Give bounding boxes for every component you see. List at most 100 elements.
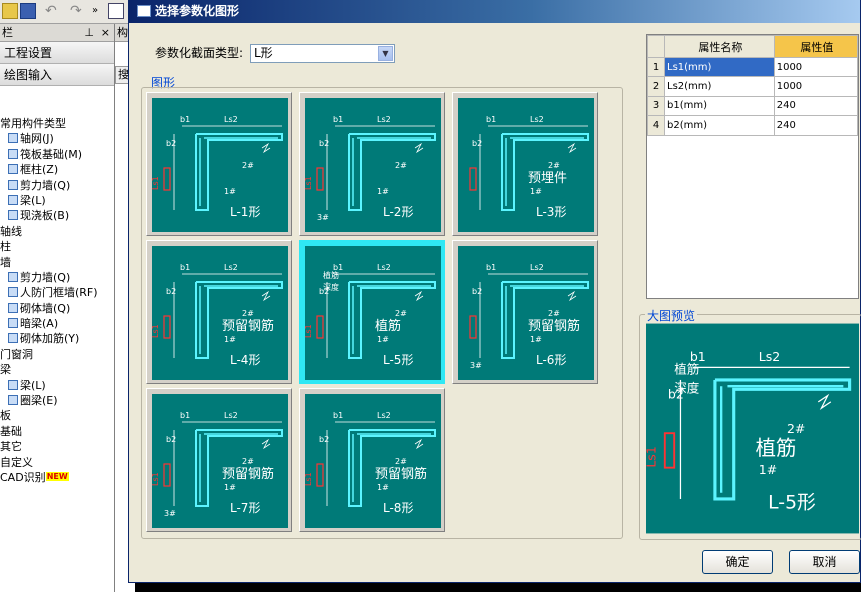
tree-item-label: 门窗洞 bbox=[0, 347, 33, 361]
shape-tile-l-7[interactable]: Ls2 b2 3# b1 2# 1# Ls1 预留钢筋 L-7形 bbox=[146, 388, 292, 532]
property-value[interactable]: 240 bbox=[773, 95, 859, 117]
shape-caption-line2: L-8形 bbox=[383, 501, 413, 515]
overflow-chevron-icon[interactable]: » bbox=[92, 3, 108, 19]
close-icon[interactable]: × bbox=[101, 24, 110, 42]
chevron-down-icon[interactable]: ▼ bbox=[378, 46, 393, 61]
shape-tile-l-8[interactable]: Ls2 b2 2# b1 1# Ls1 预留钢筋 L-8形 bbox=[299, 388, 445, 532]
shape-caption-line2: L-2形 bbox=[383, 205, 413, 219]
shape-thumbnail: 植筋深度2#Ls2b2b11#Ls1 植筋L-5形 bbox=[305, 246, 441, 380]
project-settings-button[interactable]: 工程设置 bbox=[0, 42, 114, 64]
tree-item-label: 轴网(J) bbox=[20, 132, 54, 146]
row-number-header bbox=[647, 35, 665, 58]
tree-item[interactable]: 梁(L) bbox=[0, 378, 114, 393]
table-row[interactable]: 4 b2(mm) 240 bbox=[647, 115, 859, 136]
dimension-label-Ls2: Ls2 bbox=[224, 263, 238, 272]
cancel-button[interactable]: 取消 bbox=[789, 550, 860, 574]
pin-icon[interactable]: ⊥ bbox=[84, 24, 94, 42]
tree-item[interactable]: 基础 bbox=[0, 424, 114, 439]
dimension-label-2-num: 2# bbox=[395, 309, 407, 318]
tree-item[interactable]: 剪力墙(Q) bbox=[0, 270, 114, 285]
shape-background bbox=[458, 98, 594, 232]
tree-item[interactable]: 梁(L) bbox=[0, 193, 114, 208]
tree-item[interactable]: 板 bbox=[0, 408, 114, 423]
shape-tile-l-3[interactable]: Ls2 b2 b1 2# 1# 预埋件 L-3形 bbox=[452, 92, 598, 236]
tree-item[interactable]: 砌体墙(Q) bbox=[0, 301, 114, 316]
tree-item[interactable]: 轴网(J) bbox=[0, 131, 114, 146]
grid-icon[interactable] bbox=[108, 3, 124, 19]
ok-button[interactable]: 确定 bbox=[702, 550, 773, 574]
section-type-select[interactable]: L形 ▼ bbox=[250, 44, 395, 63]
tree-item-label: 剪力墙(Q) bbox=[20, 270, 71, 284]
tree-item[interactable]: 框柱(Z) bbox=[0, 162, 114, 177]
shape-thumbnail: b1 Ls2 b2 2# 1# Ls1 L-1形 bbox=[152, 98, 288, 232]
draw-input-button[interactable]: 绘图输入 bbox=[0, 64, 114, 86]
table-row[interactable]: 1 Ls1(mm) 1000 bbox=[647, 56, 859, 78]
save-icon[interactable] bbox=[20, 3, 36, 19]
tree-item[interactable]: 墙 bbox=[0, 255, 114, 270]
tree-item-label: 框柱(Z) bbox=[20, 163, 59, 177]
shape-caption-line1: 植筋 bbox=[756, 436, 797, 460]
property-value[interactable]: 240 bbox=[773, 115, 859, 136]
shape-caption-line1: 预留钢筋 bbox=[528, 318, 580, 334]
table-header-row: 属性名称 属性值 bbox=[647, 35, 859, 58]
shape-tile-l-2[interactable]: b1 Ls2 b2 2# 1# 3# Ls1 L-2形 bbox=[299, 92, 445, 236]
tree-item[interactable]: 剪力墙(Q) bbox=[0, 178, 114, 193]
tree-item[interactable]: 常用构件类型 bbox=[0, 116, 114, 131]
folder-icon[interactable] bbox=[2, 3, 18, 19]
tree-item[interactable]: 自定义 bbox=[0, 455, 114, 470]
property-table: 属性名称 属性值 1 Ls1(mm) 1000 2 Ls2(mm) 1000 3 b1(mm)… bbox=[646, 34, 859, 136]
dimension-label-1-num: 1# bbox=[377, 483, 389, 492]
tree-item[interactable]: 筏板基础(M) bbox=[0, 147, 114, 162]
shape-tile-l-1[interactable]: b1 Ls2 b2 2# 1# Ls1 L-1形 bbox=[146, 92, 292, 236]
tree-item[interactable]: 圈梁(E) bbox=[0, 393, 114, 408]
shape-tile-l-6[interactable]: Ls2 b2 3# b1 2# 1# 预留钢筋 L-6形 bbox=[452, 240, 598, 384]
tree-item[interactable]: 柱 bbox=[0, 239, 114, 254]
tree-item[interactable]: 现浇板(B) bbox=[0, 208, 114, 223]
shape-caption-line2: L-5形 bbox=[768, 491, 816, 513]
tree-item[interactable]: 砌体加筋(Y) bbox=[0, 331, 114, 346]
shape-background bbox=[152, 246, 288, 380]
app-window: ↶ ↷ » 栏 ⊥ × 工程设置 绘图输入 常用构件类型 轴网(J) 筏板基础(M) 框柱… bbox=[0, 0, 861, 592]
select-parametric-shape-dialog: 选择参数化图形 参数化截面类型: L形 ▼ 图形 b1 Ls2 b2 2# 1# Ls1 L-… bbox=[128, 0, 861, 583]
dimension-label-b1: b1 bbox=[180, 115, 190, 124]
dimension-label-3-num: 3# bbox=[470, 361, 482, 370]
redo-icon[interactable]: ↷ bbox=[70, 3, 86, 19]
property-value[interactable]: 1000 bbox=[773, 76, 859, 97]
tree-item[interactable]: 其它 bbox=[0, 439, 114, 454]
tree-item-label: 现浇板(B) bbox=[20, 209, 70, 223]
dimension-label-Ls1: Ls1 bbox=[152, 176, 160, 190]
new-badge: NEW bbox=[45, 471, 69, 481]
dimension-label-2-num: 2# bbox=[242, 309, 254, 318]
dimension-label-1-num: 1# bbox=[530, 335, 542, 344]
tree-item[interactable]: 轴线 bbox=[0, 224, 114, 239]
undo-icon[interactable]: ↶ bbox=[45, 3, 61, 19]
shape-tile-l-5[interactable]: 植筋 深度 2# Ls2 b2 b1 1# Ls1 植筋 L-5形 bbox=[299, 240, 445, 384]
table-row[interactable]: 2 Ls2(mm) 1000 bbox=[647, 76, 859, 97]
tree-item[interactable]: CAD识别NEW bbox=[0, 470, 114, 485]
tree-item[interactable]: 暗梁(A) bbox=[0, 316, 114, 331]
component-icon bbox=[8, 164, 18, 175]
tree-item[interactable]: 人防门框墙(RF) bbox=[0, 285, 114, 300]
dimension-label-Ls1: Ls1 bbox=[305, 324, 313, 338]
tree-item-label: 轴线 bbox=[0, 224, 22, 238]
dimension-label-2-num: 2# bbox=[548, 309, 560, 318]
shape-background bbox=[305, 246, 441, 380]
tree-item[interactable]: 门窗洞 bbox=[0, 347, 114, 362]
tree-item-label: CAD识别 bbox=[0, 470, 46, 484]
panel-head-label: 栏 bbox=[2, 26, 13, 39]
tree-item-label: 人防门框墙(RF) bbox=[20, 286, 98, 300]
tree-item-label: 梁(L) bbox=[20, 193, 46, 207]
tree-item-label: 柱 bbox=[0, 240, 11, 254]
tree-item-label: 筏板基础(M) bbox=[20, 147, 83, 161]
dimension-label-Ls2: Ls2 bbox=[224, 411, 238, 420]
component-icon bbox=[8, 179, 18, 190]
row-number: 4 bbox=[647, 115, 665, 136]
shape-tile-l-4[interactable]: 2# Ls2 b2 b1 1# Ls1 预留钢筋 L-4形 bbox=[146, 240, 292, 384]
dimension-label-b2: b2 bbox=[668, 387, 684, 402]
table-row[interactable]: 3 b1(mm) 240 bbox=[647, 95, 859, 117]
component-icon bbox=[8, 333, 18, 344]
tree-item[interactable]: 梁 bbox=[0, 362, 114, 377]
dimension-label-b2: b2 bbox=[166, 287, 176, 296]
property-value[interactable]: 1000 bbox=[773, 56, 859, 78]
dimension-label-Ls2: Ls2 bbox=[759, 349, 780, 364]
